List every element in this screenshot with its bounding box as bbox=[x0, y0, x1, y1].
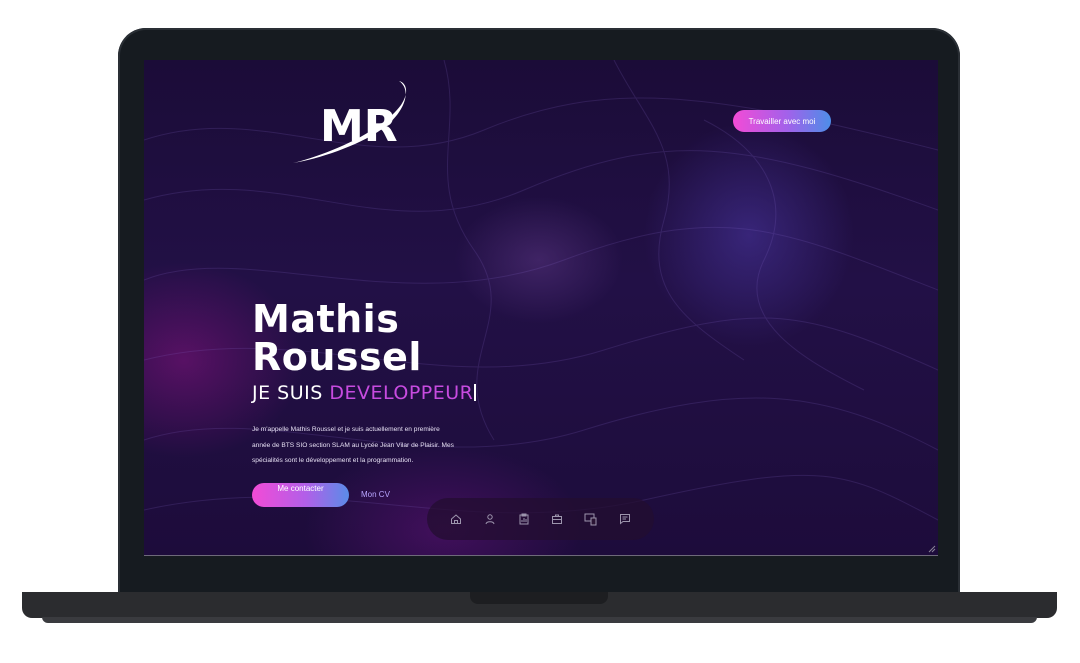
laptop-base-shadow bbox=[42, 617, 1037, 623]
hero-section: Mathis Roussel JE SUIS DEVELOPPEUR Je m'… bbox=[252, 300, 552, 469]
clipboard-icon[interactable] bbox=[515, 510, 533, 528]
message-icon[interactable] bbox=[616, 510, 634, 528]
typing-caret bbox=[474, 384, 477, 401]
work-with-me-button[interactable]: Travailler avec moi bbox=[733, 110, 831, 132]
home-icon[interactable] bbox=[447, 510, 465, 528]
role-typed-word: DEVELOPPEUR bbox=[329, 382, 474, 404]
resize-grip-icon[interactable] bbox=[928, 545, 936, 553]
user-icon[interactable] bbox=[481, 510, 499, 528]
last-name-heading: Roussel bbox=[252, 335, 422, 379]
intro-paragraph: Je m'appelle Mathis Roussel et je suis a… bbox=[252, 422, 502, 469]
cv-link[interactable]: Mon CV bbox=[361, 490, 390, 499]
screen-edge bbox=[144, 555, 938, 556]
laptop-notch bbox=[470, 592, 608, 604]
role-line: JE SUIS DEVELOPPEUR bbox=[252, 382, 552, 404]
logo-text: MR bbox=[320, 101, 398, 152]
intro-line: année de BTS SIO section SLAM au Lycée J… bbox=[252, 441, 454, 449]
intro-line: Je m'appelle Mathis Roussel et je suis a… bbox=[252, 426, 440, 433]
mr-logo[interactable]: MR bbox=[289, 75, 413, 169]
intro-line: spécialités sont le développement et la … bbox=[252, 457, 414, 464]
bottom-nav-dock bbox=[427, 498, 654, 540]
first-name-heading: Mathis bbox=[252, 297, 400, 341]
devices-icon[interactable] bbox=[582, 510, 600, 528]
laptop-mockup: MR Travailler avec moi Mathis Roussel JE… bbox=[0, 0, 1080, 663]
role-prefix: JE SUIS bbox=[252, 382, 323, 404]
briefcase-icon[interactable] bbox=[548, 510, 566, 528]
website-viewport: MR Travailler avec moi Mathis Roussel JE… bbox=[144, 60, 938, 555]
contact-button[interactable]: Me contacter bbox=[252, 483, 349, 507]
